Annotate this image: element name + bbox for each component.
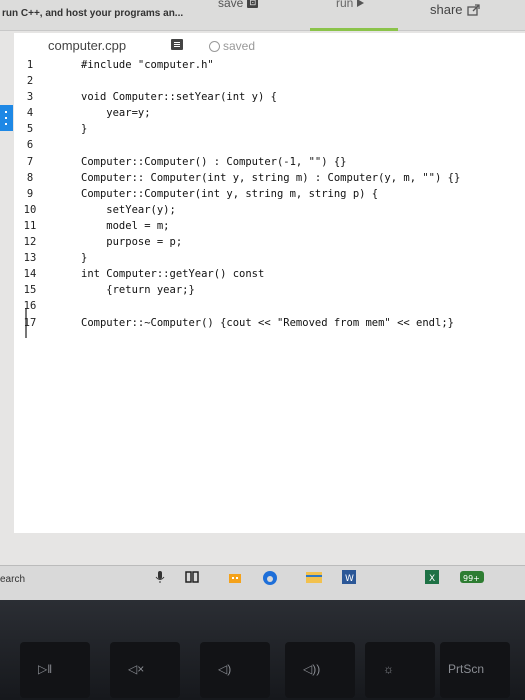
- line-number: 11: [23, 219, 37, 232]
- code-text[interactable]: Computer::Computer() : Computer(-1, "") …: [81, 156, 347, 168]
- code-text[interactable]: {return year;}: [81, 284, 195, 296]
- saved-icon: [209, 40, 220, 52]
- code-text[interactable]: }: [81, 123, 87, 135]
- save-icon: ⊡: [247, 0, 259, 8]
- code-area[interactable]: 1 #include "computer.h"23 void Computer::s…: [14, 59, 525, 333]
- code-line[interactable]: 6: [14, 139, 525, 155]
- code-line[interactable]: 8 Computer:: Computer(int y, string m) : …: [14, 172, 525, 188]
- svg-text:X: X: [429, 574, 435, 584]
- microphone-icon[interactable]: [155, 570, 169, 584]
- line-number: 1: [26, 59, 34, 71]
- code-text[interactable]: year=y;: [81, 107, 150, 119]
- line-number: 5: [26, 123, 34, 136]
- saved-label: saved: [223, 39, 256, 53]
- notification-badge[interactable]: 99+: [460, 570, 486, 584]
- code-text[interactable]: Computer:: Computer(int y, string m) : C…: [81, 172, 460, 184]
- code-text[interactable]: #include "computer.h": [81, 59, 214, 71]
- line-number: 6: [26, 139, 34, 152]
- svg-text:W: W: [345, 574, 354, 584]
- code-line[interactable]: 16: [14, 300, 525, 316]
- code-line[interactable]: 17 Computer::~Computer() {cout << "Remove…: [14, 317, 525, 333]
- line-number: 7: [26, 155, 34, 168]
- line-number: 15: [23, 284, 37, 297]
- taskbar-search[interactable]: earch: [0, 574, 25, 585]
- share-icon: [466, 3, 480, 16]
- page-title: run C++, and host your programs an...: [2, 8, 184, 19]
- edge-browser-icon[interactable]: [262, 570, 277, 585]
- code-text[interactable]: setYear(y);: [81, 204, 176, 216]
- file-tab-bar: computer.cpp saved: [14, 33, 525, 61]
- line-number: 10: [23, 203, 37, 216]
- code-line[interactable]: 10 setYear(y);: [14, 204, 525, 220]
- line-number: 9: [26, 187, 34, 200]
- line-number: 4: [26, 107, 34, 120]
- run-label: run: [336, 0, 354, 10]
- saved-status: saved: [209, 39, 255, 53]
- badge-count: 99+: [463, 574, 480, 583]
- save-button[interactable]: save ⊡: [218, 0, 259, 10]
- code-line[interactable]: 11 model = m;: [14, 220, 525, 236]
- key-prtscn: PrtScn: [440, 642, 510, 698]
- file-explorer-icon[interactable]: [306, 570, 322, 584]
- code-line[interactable]: 15 {return year;}: [14, 284, 525, 300]
- line-number: 2: [26, 75, 34, 88]
- code-line[interactable]: 4 year=y;: [14, 107, 525, 123]
- line-number: 17: [23, 316, 37, 329]
- code-line[interactable]: 2: [14, 75, 525, 91]
- code-line[interactable]: 12 purpose = p;: [14, 236, 525, 252]
- code-line[interactable]: 7 Computer::Computer() : Computer(-1, "")…: [14, 156, 525, 172]
- screen: run C++, and host your programs an... sa…: [0, 0, 525, 600]
- share-label: share: [430, 2, 463, 17]
- sidebar-toggle[interactable]: [0, 105, 13, 131]
- share-button[interactable]: share: [430, 2, 480, 17]
- code-text[interactable]: int Computer::getYear() const: [81, 268, 264, 280]
- code-text[interactable]: model = m;: [81, 220, 169, 232]
- code-text[interactable]: }: [81, 252, 87, 264]
- code-text[interactable]: void Computer::setYear(int y) {: [81, 91, 277, 103]
- line-number: 3: [26, 91, 34, 104]
- save-label: save: [218, 0, 244, 10]
- key-f5: ◁): [200, 642, 270, 698]
- prtscn-label: PrtScn: [448, 662, 485, 676]
- code-line[interactable]: 9 Computer::Computer(int y, string m, str…: [14, 188, 525, 204]
- taskbar: earch W X 99+: [0, 565, 525, 600]
- code-line[interactable]: 14 int Computer::getYear() const: [14, 268, 525, 284]
- line-number: 13: [23, 252, 37, 265]
- key-f3: ▷‖: [20, 642, 90, 698]
- code-text[interactable]: Computer::~Computer() {cout << "Removed …: [81, 317, 454, 329]
- store-icon[interactable]: [228, 570, 242, 584]
- play-icon: [357, 0, 365, 7]
- key-f4: ◁×: [110, 642, 180, 698]
- code-line[interactable]: 3 void Computer::setYear(int y) {: [14, 91, 525, 107]
- code-text[interactable]: purpose = p;: [81, 236, 182, 248]
- run-button[interactable]: run: [336, 0, 365, 10]
- code-text[interactable]: Computer::Computer(int y, string m, stri…: [81, 188, 378, 200]
- code-line[interactable]: 5}: [14, 123, 525, 139]
- key-f7: ☼: [365, 642, 435, 698]
- task-view-icon[interactable]: [185, 570, 199, 584]
- line-number: 14: [23, 268, 37, 281]
- laptop-keyboard: ▷‖ ◁× ◁) ◁)) ☼ PrtScn: [0, 600, 525, 700]
- top-bar: run C++, and host your programs an... sa…: [0, 0, 525, 31]
- file-menu-icon[interactable]: [171, 39, 183, 50]
- key-f6: ◁)): [285, 642, 355, 698]
- line-number: 12: [23, 236, 37, 249]
- filename-tab[interactable]: computer.cpp: [48, 38, 126, 53]
- code-line[interactable]: 1 #include "computer.h": [14, 59, 525, 75]
- excel-icon[interactable]: X: [425, 570, 439, 584]
- code-line[interactable]: 13}: [14, 252, 525, 268]
- line-number: 16: [23, 300, 37, 313]
- code-editor[interactable]: computer.cpp saved 1 #include "computer.h…: [14, 33, 525, 533]
- word-icon[interactable]: W: [342, 570, 356, 584]
- run-active-indicator: [310, 28, 398, 31]
- line-number: 8: [26, 171, 34, 184]
